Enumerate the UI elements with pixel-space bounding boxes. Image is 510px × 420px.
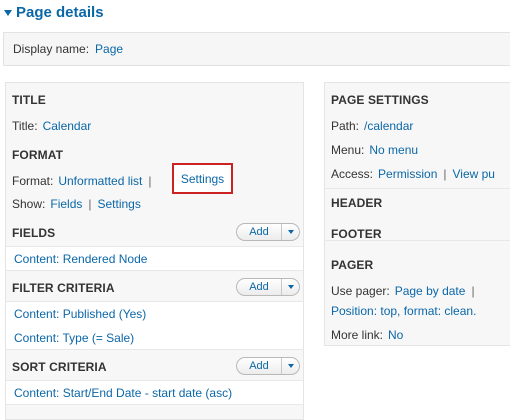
- fields-add-button[interactable]: Add: [236, 223, 300, 241]
- sort-add-dropdown[interactable]: [281, 358, 299, 374]
- pager-position-link[interactable]: Position: top, format: clean.: [331, 304, 476, 318]
- use-pager-label: Use pager:: [331, 284, 390, 298]
- list-item[interactable]: Content: Start/End Date - start date (as…: [14, 386, 232, 400]
- separator: |: [88, 197, 92, 211]
- title-label: Title:: [12, 119, 38, 133]
- title-heading: TITLE: [12, 93, 46, 107]
- filter-add-dropdown[interactable]: [281, 279, 299, 295]
- separator: |: [471, 284, 475, 298]
- format-settings-link[interactable]: Settings: [181, 172, 224, 186]
- chevron-down-icon: [287, 285, 294, 289]
- path-link[interactable]: /calendar: [364, 119, 413, 133]
- footer-heading: FOOTER: [331, 227, 382, 241]
- pager-heading: PAGER: [331, 258, 374, 272]
- filter-heading: FILTER CRITERIA: [12, 281, 115, 295]
- page-settings-heading: PAGE SETTINGS: [331, 93, 429, 107]
- list-item[interactable]: Content: Rendered Node: [14, 252, 147, 266]
- display-name-label: Display name:: [13, 42, 90, 56]
- collapse-triangle-icon: [4, 9, 12, 16]
- access-link[interactable]: Permission: [378, 167, 437, 181]
- access-view-link[interactable]: View pu: [453, 167, 495, 181]
- display-name-link[interactable]: Page: [95, 42, 123, 56]
- menu-link[interactable]: No menu: [369, 143, 418, 157]
- fields-add-label: Add: [249, 226, 269, 238]
- header-heading: HEADER: [331, 196, 383, 210]
- list-item[interactable]: Content: Published (Yes): [14, 307, 146, 321]
- format-settings-highlight[interactable]: Settings: [172, 163, 233, 194]
- page-details-toggle[interactable]: Page details: [4, 2, 104, 22]
- format-link[interactable]: Unformatted list: [58, 174, 142, 188]
- fields-add-dropdown[interactable]: [281, 224, 299, 240]
- more-link-value[interactable]: No: [388, 328, 403, 342]
- filter-add-label: Add: [249, 281, 269, 293]
- show-settings-link[interactable]: Settings: [98, 197, 141, 211]
- fields-heading: FIELDS: [12, 226, 56, 240]
- filter-add-button[interactable]: Add: [236, 278, 300, 296]
- format-heading: FORMAT: [12, 148, 64, 162]
- fields-list: Content: Rendered Node: [6, 246, 303, 271]
- display-name-bar: Display name: Page: [3, 32, 510, 66]
- sort-list: Content: Start/End Date - start date (as…: [6, 380, 303, 405]
- menu-label: Menu:: [331, 143, 365, 157]
- sort-add-label: Add: [249, 360, 269, 372]
- left-column: TITLE Title: Calendar FORMAT Format: Unfor…: [5, 82, 304, 420]
- format-label: Format:: [12, 174, 54, 188]
- show-label: Show:: [12, 197, 46, 211]
- right-column: PAGE SETTINGS Path: /calendar Menu: No men…: [324, 82, 510, 346]
- use-pager-link[interactable]: Page by date: [395, 284, 466, 298]
- sort-heading: SORT CRITERIA: [12, 360, 107, 374]
- chevron-down-icon: [287, 230, 294, 234]
- more-link-label: More link:: [331, 328, 384, 342]
- separator: |: [148, 174, 152, 188]
- show-link[interactable]: Fields: [50, 197, 82, 211]
- chevron-down-icon: [287, 364, 294, 368]
- title-link[interactable]: Calendar: [43, 119, 92, 133]
- page-details-title: Page details: [16, 3, 104, 21]
- access-label: Access:: [331, 167, 374, 181]
- path-label: Path:: [331, 119, 360, 133]
- separator: |: [443, 167, 447, 181]
- list-item[interactable]: Content: Type (= Sale): [14, 331, 134, 345]
- filter-list: Content: Published (Yes) Content: Type (…: [6, 301, 303, 350]
- sort-add-button[interactable]: Add: [236, 357, 300, 375]
